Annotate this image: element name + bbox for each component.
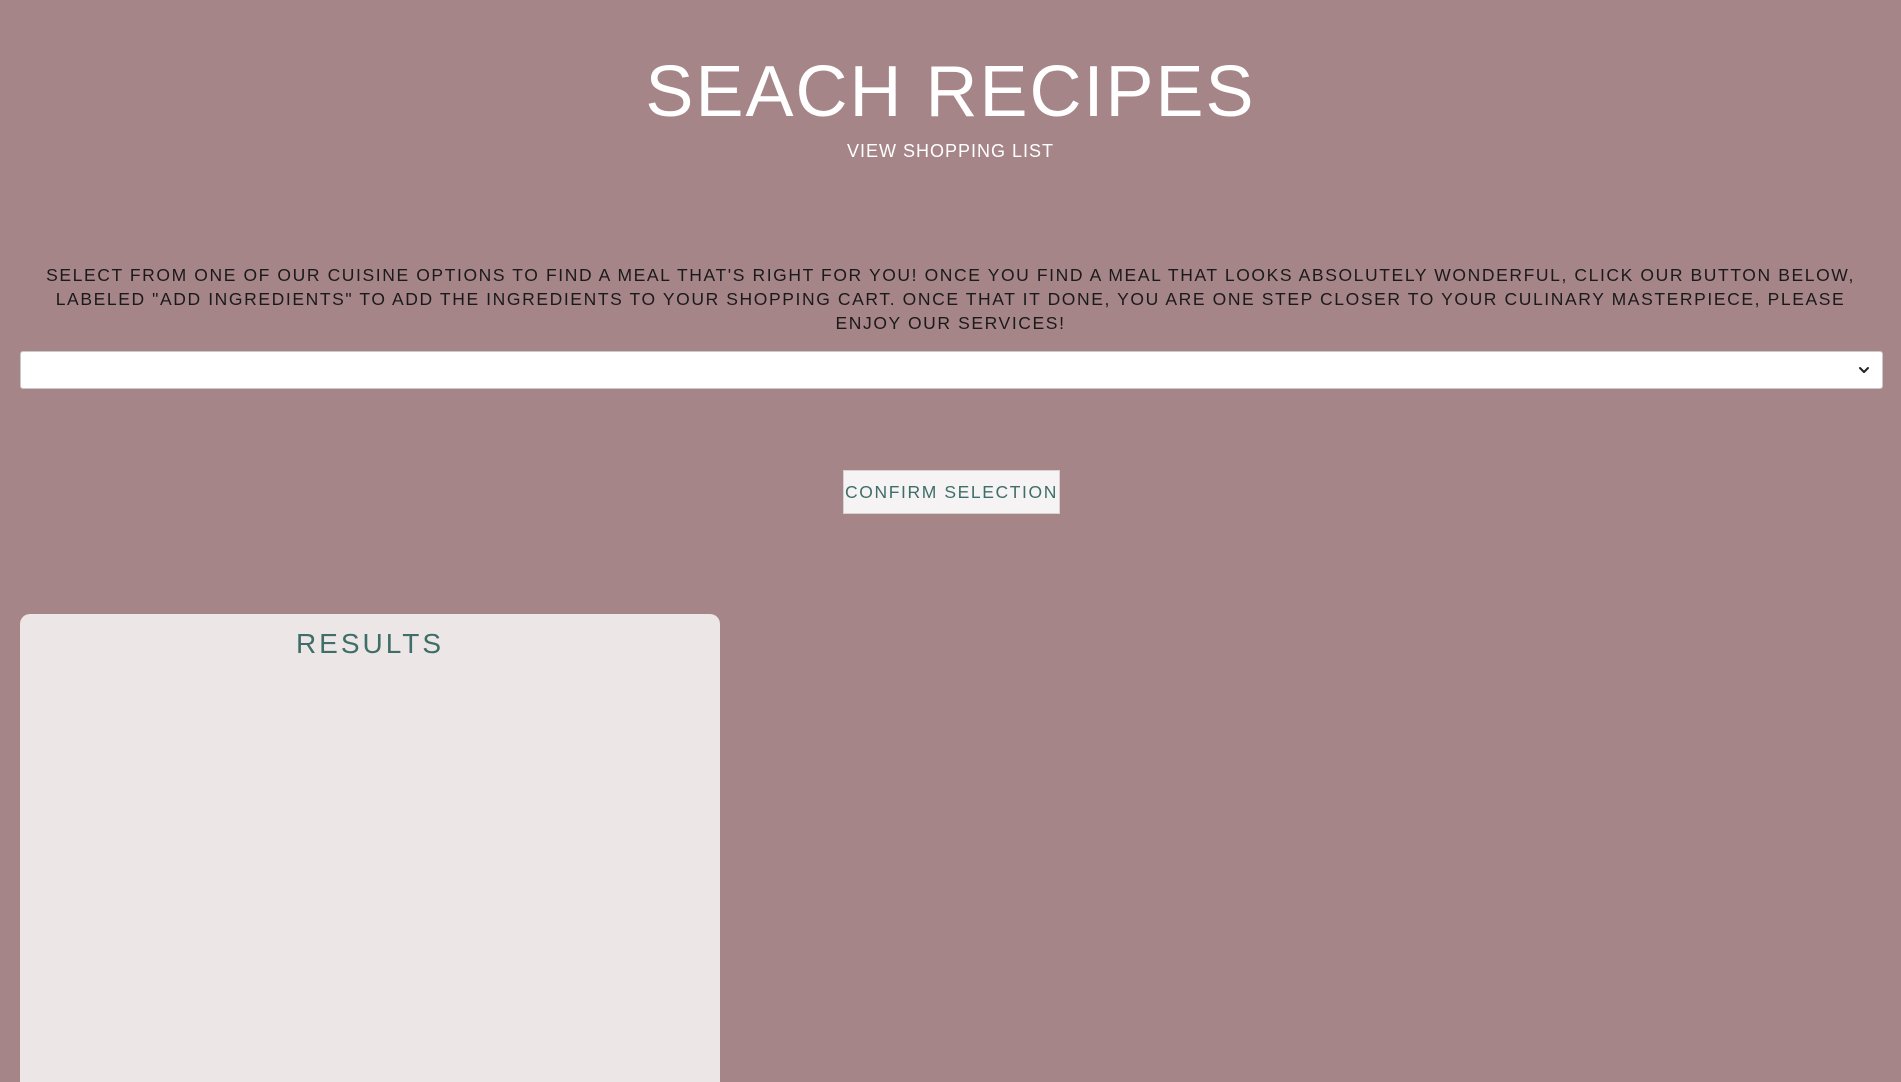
confirm-selection-button[interactable]: CONFIRM SELECTION: [843, 470, 1060, 514]
page-title: SEACH RECIPES: [645, 52, 1256, 132]
results-title: RESULTS: [295, 628, 445, 659]
chevron-down-icon: [1859, 367, 1869, 373]
results-card: [20, 614, 720, 1082]
page: SEACH RECIPES VIEW SHOPPING LIST SELECT …: [0, 0, 1901, 1082]
cuisine-select[interactable]: [20, 351, 1883, 389]
intro-text: SELECT FROM ONE OF OUR CUISINE OPTIONS T…: [46, 265, 1855, 333]
view-shopping-list-link[interactable]: VIEW SHOPPING LIST: [0, 140, 1901, 162]
